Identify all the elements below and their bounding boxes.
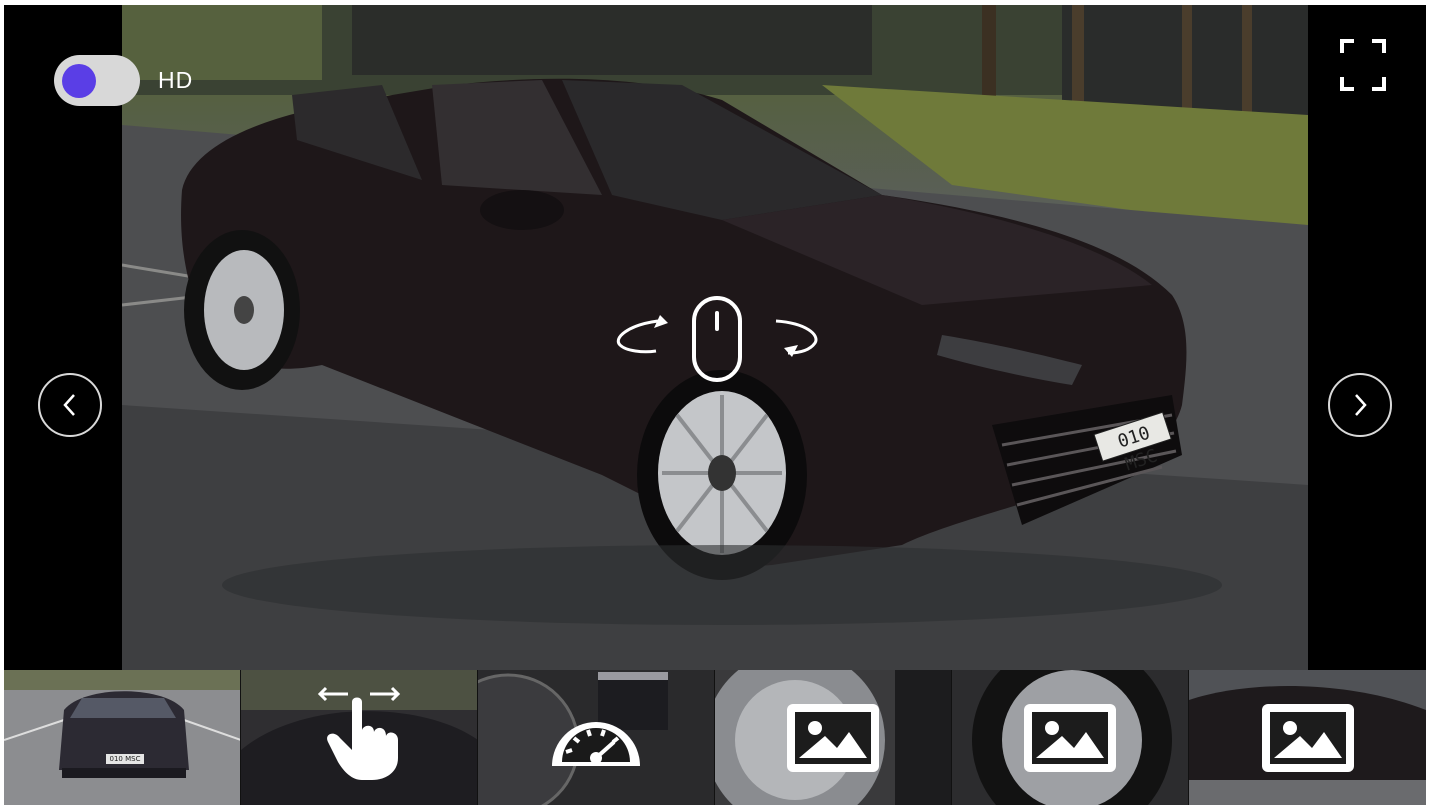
rotate-right-icon bbox=[775, 319, 818, 357]
thumbnail-plate: 010 MSC bbox=[109, 755, 141, 763]
thumbnail-exterior-image bbox=[4, 670, 240, 805]
speedometer-icon bbox=[552, 722, 640, 766]
thumbnail-interior-360[interactable] bbox=[241, 670, 478, 805]
thumbnail-strip: 010 MSC bbox=[4, 670, 1426, 805]
fullscreen-icon bbox=[1340, 39, 1386, 91]
car-360-viewer[interactable]: 010 MSC HD bbox=[4, 5, 1426, 670]
image-icon bbox=[1024, 703, 1116, 772]
swipe-hand-icon bbox=[317, 686, 401, 780]
chevron-right-icon bbox=[1355, 394, 1367, 416]
rotate-hint bbox=[608, 293, 822, 385]
rotate-left-icon bbox=[616, 315, 668, 354]
chevron-left-icon bbox=[63, 394, 75, 416]
thumbnail-photo-rim[interactable] bbox=[952, 670, 1189, 805]
thumbnail-dashboard[interactable] bbox=[478, 670, 715, 805]
mouse-icon bbox=[692, 296, 742, 382]
image-icon bbox=[1261, 703, 1354, 772]
image-icon bbox=[787, 703, 879, 772]
hd-toggle[interactable] bbox=[54, 55, 140, 106]
hd-label: HD bbox=[158, 67, 194, 93]
thumbnail-photo-side[interactable] bbox=[1189, 670, 1426, 805]
fullscreen-button[interactable] bbox=[1338, 35, 1388, 95]
thumbnail-photo-wheel[interactable] bbox=[715, 670, 952, 805]
thumbnail-exterior[interactable]: 010 MSC bbox=[4, 670, 241, 805]
next-button[interactable] bbox=[1328, 373, 1392, 437]
previous-button[interactable] bbox=[38, 373, 102, 437]
hd-toggle-knob bbox=[62, 64, 96, 98]
